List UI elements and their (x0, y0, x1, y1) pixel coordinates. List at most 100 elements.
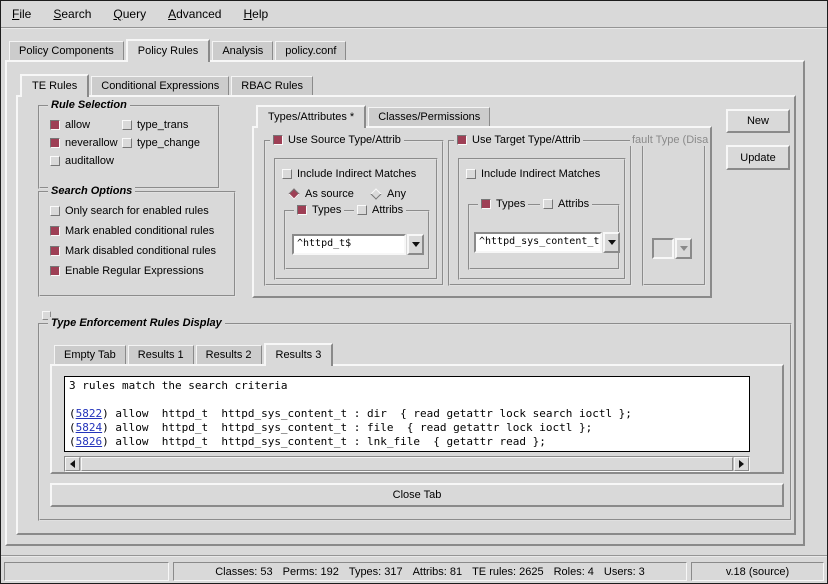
source-type-dropdown-button[interactable] (407, 234, 424, 255)
stat-te-rules: TE rules:2625 (472, 566, 544, 578)
tab-types-attributes[interactable]: Types/Attributes * (256, 105, 366, 128)
target-type-combobox: ^httpd_sys_content_t$ (474, 232, 620, 253)
tab-policy-rules[interactable]: Policy Rules (126, 39, 211, 62)
target-types-attribs-frame: Types Attribs ^httpd_sys_content_t$ (468, 204, 620, 270)
menubar: File Search Query Advanced Help (1, 1, 827, 29)
checkbox-mark-disabled[interactable]: Mark disabled conditional rules (50, 245, 216, 257)
checkbox-target-indirect-indicator (466, 169, 476, 179)
new-button[interactable]: New (726, 109, 790, 133)
tab-analysis[interactable]: Analysis (212, 41, 273, 60)
arrow-left-icon (70, 460, 75, 468)
main-tab-row: Policy Components Policy Rules Analysis … (5, 37, 805, 60)
checkbox-auditallow-label: auditallow (65, 155, 114, 167)
checkbox-target-attribs[interactable]: Attribs (540, 198, 592, 210)
stat-value: 4 (588, 566, 594, 578)
checkbox-type-change[interactable]: type_change (122, 137, 200, 149)
search-options-title: Search Options (48, 185, 135, 197)
statusbar-empty-cell (4, 562, 169, 581)
stat-value: 81 (450, 566, 462, 578)
rule-line: (5822) allow httpd_t httpd_sys_content_t… (69, 407, 745, 421)
types-attributes-notebook: Types/Attributes * Classes/Permissions U… (252, 103, 712, 298)
rule-link-5826[interactable]: 5826 (76, 435, 103, 448)
scroll-left-button[interactable] (65, 457, 80, 471)
tab-policy-components[interactable]: Policy Components (9, 41, 124, 60)
update-button[interactable]: Update (726, 145, 790, 170)
tab-classes-permissions[interactable]: Classes/Permissions (368, 107, 490, 126)
results-text[interactable]: 3 rules match the search criteria (5822)… (64, 376, 750, 452)
checkbox-auditallow[interactable]: auditallow (50, 155, 114, 167)
tab-results-3[interactable]: Results 3 (264, 343, 334, 366)
checkbox-mark-enabled[interactable]: Mark enabled conditional rules (50, 225, 214, 237)
stat-value: 192 (320, 566, 338, 578)
menu-advanced[interactable]: Advanced (165, 5, 224, 23)
rule-link-5824[interactable]: 5824 (76, 421, 103, 434)
checkbox-enable-regex[interactable]: Enable Regular Expressions (50, 265, 204, 277)
menu-search[interactable]: Search (50, 5, 94, 23)
main-notebook: Policy Components Policy Rules Analysis … (5, 37, 805, 546)
target-type-dropdown-button[interactable] (603, 232, 620, 253)
checkbox-allow-label: allow (65, 119, 90, 131)
checkbox-use-source-type[interactable]: Use Source Type/Attrib (270, 134, 404, 146)
te-rules-panel: Rule Selection allow neverallow auditall… (16, 95, 796, 535)
radio-any-label: Any (387, 188, 406, 200)
checkbox-neverallow[interactable]: neverallow (50, 137, 118, 149)
tab-conditional-expressions[interactable]: Conditional Expressions (91, 76, 229, 95)
checkbox-use-target-type[interactable]: Use Target Type/Attrib (454, 134, 583, 146)
tab-results-2[interactable]: Results 2 (196, 345, 262, 364)
results-panel: 3 rules match the search criteria (5822)… (50, 364, 784, 474)
rule-selection-title: Rule Selection (48, 99, 130, 111)
source-types-attribs-frame: Types Attribs ^httpd_t$ (284, 210, 430, 270)
checkbox-allow[interactable]: allow (50, 119, 90, 131)
chevron-down-icon (680, 246, 688, 251)
menu-file[interactable]: File (9, 5, 34, 23)
version-label: v.18 (source) (726, 566, 789, 578)
stat-value: 317 (384, 566, 402, 578)
checkbox-target-types[interactable]: Types (478, 198, 528, 210)
checkbox-source-types[interactable]: Types (294, 204, 344, 216)
tab-policy-conf[interactable]: policy.conf (275, 41, 346, 60)
stat-users: Users:3 (604, 566, 645, 578)
menu-query[interactable]: Query (110, 5, 149, 23)
checkbox-auditallow-indicator (50, 156, 60, 166)
checkbox-source-indirect[interactable]: Include Indirect Matches (282, 168, 416, 180)
rules-notebook: TE Rules Conditional Expressions RBAC Ru… (16, 72, 796, 535)
radio-as-source[interactable]: As source (288, 188, 354, 200)
rule-selection-group: Rule Selection allow neverallow auditall… (38, 105, 220, 189)
target-type-entry[interactable]: ^httpd_sys_content_t$ (474, 232, 602, 253)
stat-label: Classes: (215, 566, 257, 578)
menu-help[interactable]: Help (240, 5, 271, 23)
checkbox-target-indirect[interactable]: Include Indirect Matches (466, 168, 600, 180)
close-tab-button[interactable]: Close Tab (50, 483, 784, 507)
stat-value: 3 (639, 566, 645, 578)
arrow-right-icon (739, 460, 744, 468)
checkbox-target-attribs-indicator (543, 199, 553, 209)
source-type-group: Use Source Type/Attrib Include Indirect … (264, 140, 444, 286)
rule-link-5822[interactable]: 5822 (76, 407, 103, 420)
rule-text: allow httpd_t httpd_sys_content_t : file… (109, 421, 592, 434)
tab-empty-tab[interactable]: Empty Tab (54, 345, 126, 364)
scrollbar-thumb[interactable] (81, 457, 733, 471)
results-header-line: 3 rules match the search criteria (69, 379, 745, 393)
paren: ) (102, 435, 109, 448)
checkbox-only-enabled-rules[interactable]: Only search for enabled rules (50, 205, 209, 217)
checkbox-only-enabled-indicator (50, 206, 60, 216)
checkbox-source-types-indicator (297, 205, 307, 215)
stat-label: Attribs: (413, 566, 447, 578)
source-type-entry[interactable]: ^httpd_t$ (292, 234, 406, 255)
paren: ( (69, 435, 76, 448)
tab-te-rules[interactable]: TE Rules (20, 74, 89, 97)
checkbox-mark-enabled-label: Mark enabled conditional rules (65, 225, 214, 237)
checkbox-use-target-indicator (457, 135, 467, 145)
checkbox-source-attribs[interactable]: Attribs (354, 204, 406, 216)
tab-results-1[interactable]: Results 1 (128, 345, 194, 364)
checkbox-source-attribs-label: Attribs (372, 204, 403, 216)
tab-rbac-rules[interactable]: RBAC Rules (231, 76, 313, 95)
scroll-right-button[interactable] (734, 457, 749, 471)
stat-classes: Classes:53 (215, 566, 272, 578)
apol-window: { "colors":{"window_bg":"#d9d9d9","check… (0, 0, 828, 584)
stat-label: Perms: (283, 566, 318, 578)
checkbox-target-attribs-label: Attribs (558, 198, 589, 210)
checkbox-source-indirect-label: Include Indirect Matches (297, 168, 416, 180)
radio-any[interactable]: Any (370, 188, 406, 200)
checkbox-type-trans[interactable]: type_trans (122, 119, 188, 131)
